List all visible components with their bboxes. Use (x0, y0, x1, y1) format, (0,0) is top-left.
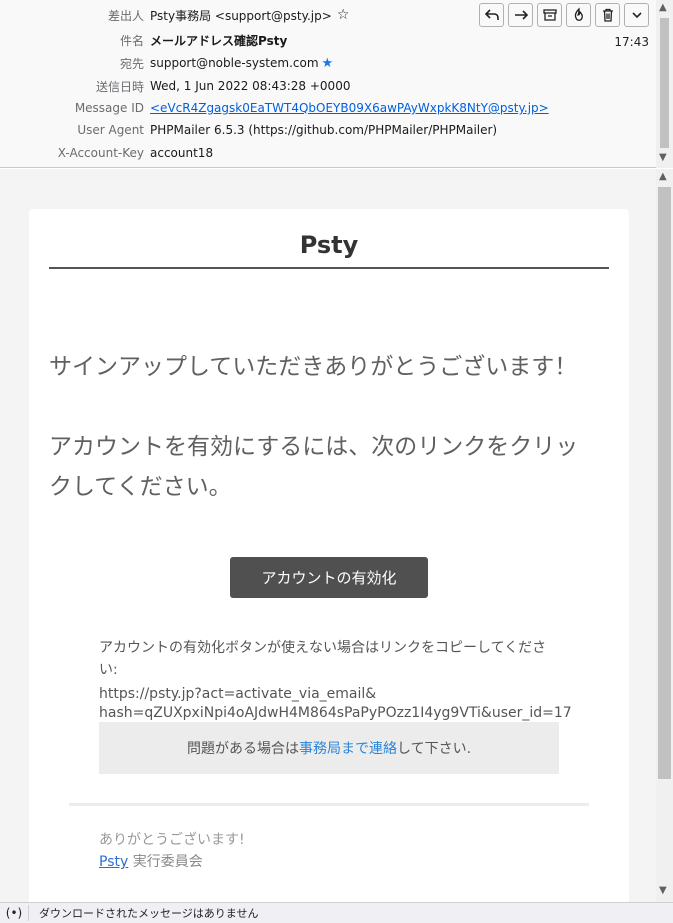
status-bar: (•) ダウンロードされたメッセージはありません (0, 902, 673, 923)
scroll-down-icon[interactable]: ▼ (659, 152, 667, 163)
brand-divider (49, 267, 609, 269)
brand-title: Psty (299, 231, 359, 259)
contact-star-icon[interactable]: ★ (322, 56, 334, 71)
instruction-line-1: アカウントを有効にするには、次のリンクをクリッ (49, 434, 579, 460)
to-label: 宛先 (119, 56, 144, 71)
signature: Psty 実行委員会 (99, 851, 203, 873)
activate-account-button[interactable]: アカウントの有効化 (230, 557, 428, 598)
message-header: 差出人 Psty事務局 <support@psty.jp> ☆ 件名 メールアド… (0, 0, 673, 168)
body-scroll-thumb[interactable] (658, 187, 671, 779)
thanks-heading: サインアップしていただきありがとうございます！ (49, 354, 578, 380)
body-scroll-up-icon[interactable]: ▲ (659, 171, 667, 182)
to-row: 宛先 support@noble-system.com ★ (0, 52, 656, 74)
subject-label: 件名 (119, 33, 144, 48)
message-toolbar (479, 3, 649, 27)
junk-icon[interactable] (566, 3, 591, 27)
more-icon[interactable] (624, 3, 649, 27)
message-body: Psty サインアップしていただきありがとうございます！ アカウントを有効にする… (0, 169, 656, 902)
user-agent-label: User Agent (77, 123, 144, 137)
from-label: 差出人 (107, 8, 144, 23)
online-status-icon[interactable]: (•) (0, 906, 28, 920)
footer-divider (69, 803, 589, 806)
body-scrollbar[interactable]: ▲ ▼ (656, 169, 673, 902)
body-scroll-down-icon[interactable]: ▼ (659, 885, 667, 896)
user-agent-value: PHPMailer 6.5.3 (https://github.com/PHPM… (150, 123, 498, 137)
date-value: Wed, 1 Jun 2022 08:43:28 +0000 (150, 79, 351, 93)
signature-suffix: 実行委員会 (128, 854, 203, 870)
account-key-value: account18 (150, 146, 214, 160)
date-row: 送信日時 Wed, 1 Jun 2022 08:43:28 +0000 (0, 75, 656, 97)
subject-value: メールアドレス確認Psty (150, 33, 288, 48)
psty-link[interactable]: Psty (99, 854, 128, 870)
help-box: 問題がある場合は 事務局まで連絡 して下さい. (99, 722, 559, 774)
activation-link-2: hash=qZUXpxiNpi4oAJdwH4M864sPaPyPOzz1I4y… (99, 705, 572, 721)
header-scroll-thumb[interactable] (660, 18, 669, 148)
thanks-footer: ありがとうございます! (99, 832, 245, 848)
delete-icon[interactable] (595, 3, 620, 27)
received-time: 17:43 (614, 35, 649, 49)
forward-icon[interactable] (508, 3, 533, 27)
message-id-label: Message ID (74, 101, 144, 115)
help-prefix: 問題がある場合は (186, 741, 299, 757)
to-value[interactable]: support@noble-system.com (150, 56, 319, 70)
message-id-link[interactable]: <eVcR4Zgagsk0EaTWT4QbOEYB09X6awPAyWxpkK8… (150, 101, 549, 115)
message-id-row: Message ID <eVcR4Zgagsk0EaTWT4QbOEYB09X6… (0, 97, 656, 119)
subject-row: 件名 メールアドレス確認Psty (0, 29, 656, 51)
help-suffix: して下さい. (396, 741, 472, 757)
archive-icon[interactable] (537, 3, 562, 27)
account-key-row: X-Account-Key account18 (0, 142, 656, 164)
status-text: ダウンロードされたメッセージはありません (39, 907, 259, 920)
account-key-label: X-Account-Key (57, 146, 144, 160)
user-agent-row: User Agent PHPMailer 6.5.3 (https://gith… (0, 119, 656, 141)
date-label: 送信日時 (95, 79, 144, 94)
scroll-up-icon[interactable]: ▲ (659, 2, 667, 13)
from-value[interactable]: Psty事務局 <support@psty.jp> (150, 7, 332, 24)
header-scrollbar[interactable]: ▲ ▼ (656, 0, 673, 168)
activation-link-1: https://psty.jp?act=activate_via_email& (99, 686, 377, 702)
email-card: Psty サインアップしていただきありがとうございます！ アカウントを有効にする… (29, 209, 629, 902)
fallback-text: アカウントの有効化ボタンが使えない場合はリンクをコピーしてください: (99, 640, 547, 678)
instruction-line-2: クしてください。 (49, 474, 232, 500)
status-separator (28, 905, 29, 921)
star-icon[interactable]: ☆ (337, 7, 350, 23)
contact-office-link[interactable]: 事務局まで連絡 (299, 738, 397, 758)
reply-icon[interactable] (479, 3, 504, 27)
